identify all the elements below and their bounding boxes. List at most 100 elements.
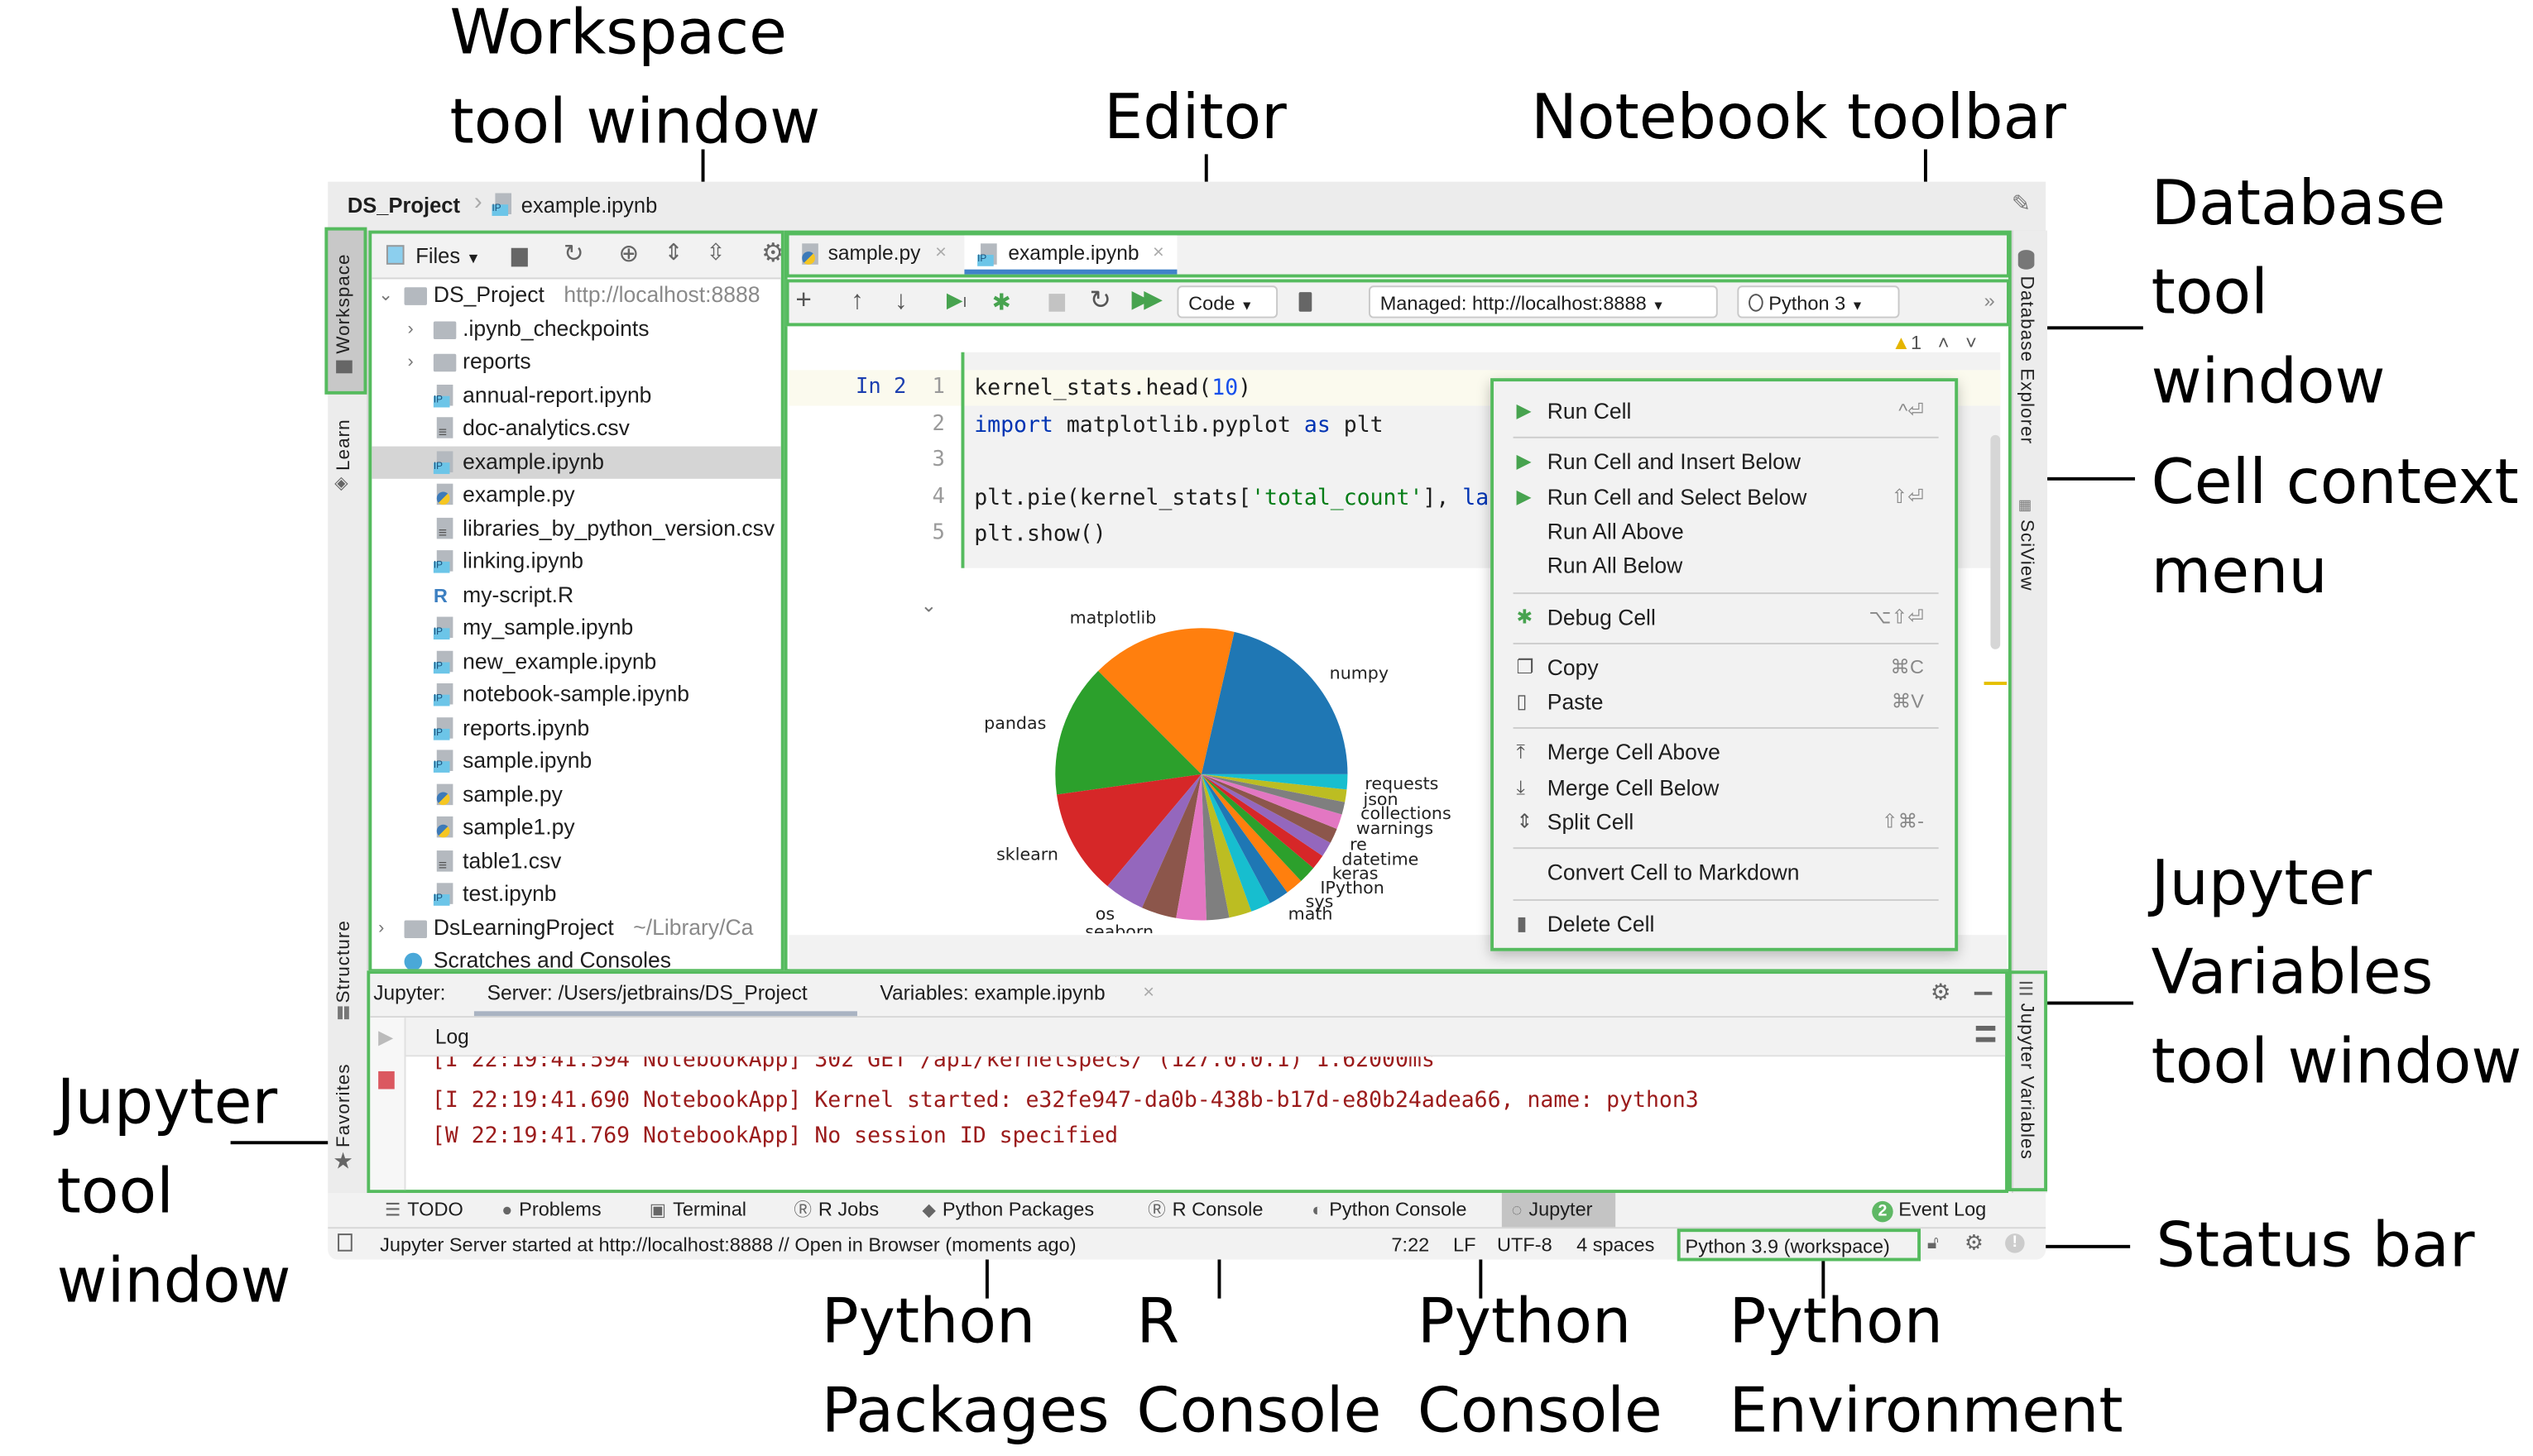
code-line[interactable]: plt.pie(kernel_stats['total_count'], la (974, 485, 1489, 510)
tool-window-button[interactable]: Ⓡ R Console (1141, 1193, 1269, 1227)
chevron-right-icon[interactable]: › (378, 912, 384, 944)
view-selector[interactable]: Files ▼ (415, 243, 480, 267)
cell-type-dropdown[interactable]: Code ▼ (1177, 285, 1278, 318)
inspection-settings-icon[interactable]: ⚙ (1965, 1230, 1984, 1256)
tab-server[interactable]: Server: /Users/jetbrains/DS_Project (473, 974, 857, 1017)
database-explorer-tab[interactable]: Database Explorer (2017, 276, 2036, 455)
tab-sample-py[interactable]: sample.py × (795, 235, 957, 274)
tree-item[interactable]: new_example.ipynb (372, 645, 780, 678)
caret-position[interactable]: 7:22 (1391, 1233, 1429, 1256)
tree-item[interactable]: example.py (372, 479, 780, 511)
chevron-right-icon[interactable]: › (407, 346, 413, 378)
debug-cell-icon[interactable]: ✱ (992, 285, 1011, 318)
sciview-tab[interactable]: SciView (2017, 520, 2036, 594)
add-cell-icon[interactable]: + (795, 284, 811, 316)
menu-item[interactable]: Convert Cell to Markdown (1494, 856, 1953, 890)
menu-item[interactable]: ⤓ Merge Cell Below (1494, 770, 1953, 804)
tree-item[interactable]: › reports (372, 346, 780, 378)
locate-icon[interactable]: ⊕ (619, 238, 640, 267)
tool-window-button[interactable]: ◌ Jupyter (1501, 1193, 1616, 1228)
chevron-down-icon[interactable]: ⌄ (378, 279, 393, 311)
favorites-tab[interactable]: Favorites (334, 1058, 354, 1148)
status-message[interactable]: Jupyter Server started at http://localho… (380, 1233, 1076, 1256)
notifications-icon[interactable]: ! (2005, 1233, 2025, 1253)
tool-window-button[interactable]: ● Problems (495, 1193, 607, 1227)
lock-icon[interactable]: 🔓︎ (1927, 1233, 1939, 1255)
breadcrumb-file[interactable]: example.ipynb (521, 193, 657, 217)
server-dropdown[interactable]: Managed: http://localhost:8888 ▼ (1368, 285, 1718, 318)
tab-example-ipynb[interactable]: example.ipynb × (964, 235, 1178, 275)
structure-tab[interactable]: Structure (334, 909, 354, 1003)
menu-item[interactable]: ▶ Run Cell and Select Below ⇧⏎ (1494, 480, 1953, 514)
breadcrumb-project[interactable]: DS_Project (348, 193, 460, 217)
collapse-output-icon[interactable]: ⌄ (920, 594, 937, 616)
menu-item[interactable]: ✱ Debug Cell ⌥⇧⏎ (1494, 600, 1953, 634)
minimize-icon[interactable] (1974, 991, 1993, 995)
menu-item[interactable]: ▯ Paste ⌘V (1494, 685, 1953, 719)
tree-item[interactable]: Scratches and Consoles (372, 945, 780, 970)
move-down-icon[interactable]: ↓ (895, 285, 908, 318)
tree-item[interactable]: test.ipynb (372, 878, 780, 910)
restart-kernel-icon[interactable]: ↻ (1090, 285, 1111, 318)
menu-item[interactable]: Run All Below (1494, 549, 1953, 583)
layout-icon[interactable] (1975, 1025, 1996, 1042)
tab-variables[interactable]: Variables: example.ipynb × (871, 974, 1179, 1016)
tool-window-button[interactable]: ▣ Terminal (643, 1193, 753, 1227)
menu-item[interactable]: Run All Above (1494, 515, 1953, 548)
menu-item[interactable]: ❐ Copy ⌘C (1494, 650, 1953, 684)
tool-window-button[interactable]: ◐ Python Console (1305, 1193, 1473, 1227)
jupyter-variables-tab[interactable]: Jupyter Variables (2017, 1003, 2036, 1174)
warning-stripe-marker[interactable] (1984, 682, 2008, 685)
run-icon[interactable]: ▶ (378, 1026, 393, 1048)
tree-item[interactable]: example.ipynb (372, 445, 781, 478)
move-up-icon[interactable]: ↑ (851, 285, 864, 318)
menu-item[interactable]: ▶ Run Cell and Insert Below (1494, 445, 1953, 479)
tree-item[interactable]: ⌄ DS_Project http://localhost:8888 (372, 279, 780, 311)
trash-icon[interactable] (1298, 292, 1312, 312)
chevron-right-icon[interactable]: › (407, 313, 413, 345)
tree-item[interactable]: notebook-sample.ipynb (372, 678, 780, 711)
stop-server-icon[interactable] (378, 1070, 395, 1090)
menu-item[interactable]: ▮ Delete Cell (1494, 907, 1953, 941)
menu-item[interactable]: ⤒ Merge Cell Above (1494, 736, 1953, 770)
tool-windows-toggle-icon[interactable] (338, 1233, 353, 1252)
indent-setting[interactable]: 4 spaces (1576, 1233, 1654, 1256)
run-all-icon[interactable]: ▶▶ (1132, 284, 1163, 316)
tree-item[interactable]: › DsLearningProject ~/Library/Ca (372, 912, 780, 944)
run-cell-icon[interactable]: ▶I (947, 284, 967, 318)
python-interpreter-selector[interactable]: Python 3.9 (workspace) (1677, 1228, 1921, 1262)
close-icon[interactable]: × (1153, 240, 1164, 262)
kernel-dropdown[interactable]: Python 3 ▼ (1737, 285, 1900, 318)
tool-window-button[interactable]: ☰ TODO (378, 1193, 470, 1227)
gear-icon[interactable]: ⚙ (761, 237, 781, 269)
file-encoding[interactable]: UTF-8 (1497, 1233, 1552, 1256)
expand-all-icon[interactable]: ⇕ (664, 238, 683, 266)
code-line[interactable]: import matplotlib.pyplot as plt (974, 412, 1383, 438)
learn-tab[interactable]: Learn (334, 414, 354, 471)
inspections-widget[interactable]: ▲1 ˄ ˅ (1892, 331, 1977, 353)
tree-item[interactable]: linking.ipynb (372, 545, 780, 577)
edit-icon[interactable]: ✎ (2012, 190, 2031, 218)
gear-icon[interactable]: ⚙ (1931, 979, 1951, 1006)
tree-item[interactable]: reports.ipynb (372, 711, 780, 744)
tool-window-button[interactable]: ◆ Python Packages (916, 1193, 1101, 1227)
refresh-icon[interactable]: ↻ (564, 238, 584, 267)
editor-scrollbar[interactable] (1990, 434, 2001, 649)
stop-icon[interactable] (1048, 294, 1066, 312)
close-icon[interactable]: × (935, 240, 947, 262)
line-separator[interactable]: LF (1453, 1233, 1475, 1256)
tree-item[interactable]: Rmy-script.R (372, 578, 780, 611)
tree-item[interactable]: sample1.py (372, 812, 780, 844)
collapse-all-icon[interactable]: ⇳ (706, 238, 725, 266)
menu-item[interactable]: ⇕ Split Cell ⇧⌘- (1494, 805, 1953, 839)
menu-item[interactable]: ▶ Run Cell ^⏎ (1494, 395, 1953, 429)
tree-item[interactable]: doc-analytics.csv (372, 412, 780, 444)
event-log-button[interactable]: 2 Event Log (1872, 1198, 1986, 1223)
code-line[interactable]: plt.show() (974, 522, 1106, 548)
toolbar-overflow-button[interactable]: » (1984, 284, 1995, 316)
tree-item[interactable]: sample.ipynb (372, 745, 780, 778)
tree-item[interactable]: annual-report.ipynb (372, 379, 780, 411)
next-icon[interactable]: ˅ (1965, 331, 1977, 353)
previous-icon[interactable]: ˄ (1938, 331, 1950, 353)
tree-item[interactable]: › .ipynb_checkpoints (372, 313, 780, 345)
